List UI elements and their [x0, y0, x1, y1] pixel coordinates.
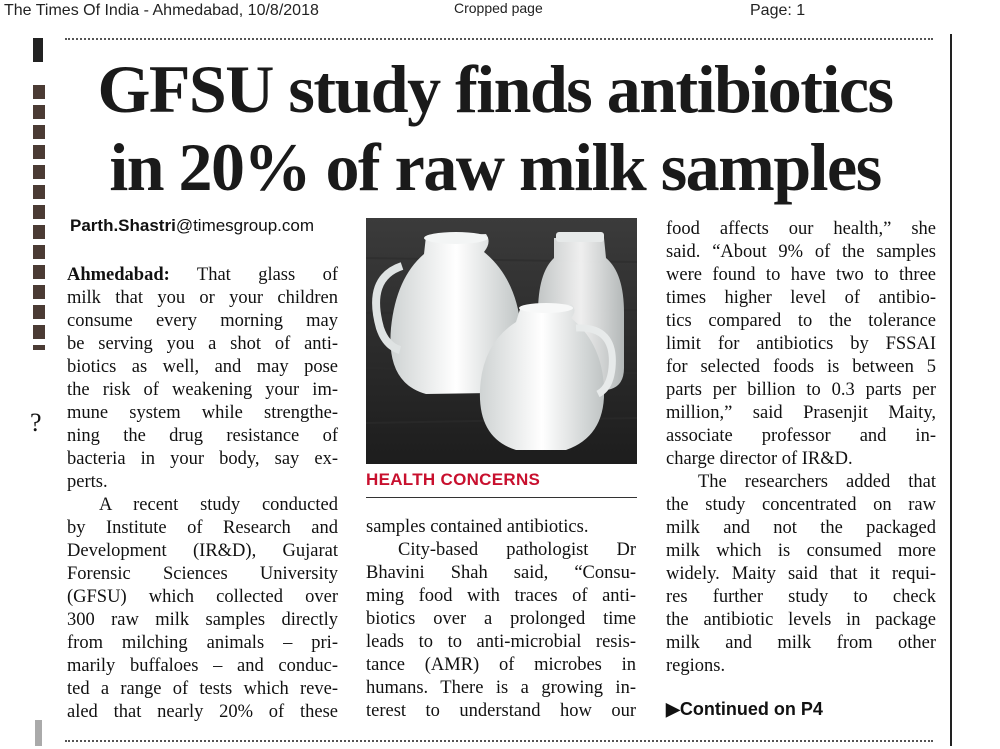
- text-line: biotics over a prolonged time: [366, 609, 636, 629]
- continued-link[interactable]: ▶Continued on P4: [666, 699, 823, 720]
- text-line: 300 raw milk samples directly: [67, 610, 338, 630]
- text-line: consume every morning may: [67, 311, 338, 331]
- headline-line-1: GFSU study finds antibiotics: [97, 51, 894, 127]
- text-line: million,” said Prasenjit Maity,: [666, 403, 936, 423]
- text-line: (GFSU) which collected over: [67, 587, 338, 607]
- text-line: milk and milk from other: [666, 633, 936, 653]
- photo-caption: HEALTH CONCERNS: [366, 470, 541, 489]
- text-line: mune system while strengthe-: [67, 403, 338, 423]
- caption-rule: [366, 497, 637, 498]
- text-line: biotics as well, and may pose: [67, 357, 338, 377]
- text-line: Bhavini Shah said, “Consu-: [366, 563, 636, 583]
- text-line: the risk of weakening your im-: [67, 380, 338, 400]
- publication-info: The Times Of India - Ahmedabad, 10/8/201…: [4, 2, 319, 19]
- text-line: samples contained antibiotics.: [366, 517, 589, 537]
- headline: GFSU study finds antibiotics in 20% of r…: [40, 50, 950, 206]
- text-line: milk that you or your children: [67, 288, 338, 308]
- text-line: milk which is consumed more: [666, 541, 936, 561]
- dotted-rule-top: [65, 38, 933, 40]
- text-line: for selected foods is between 5: [666, 357, 936, 377]
- paragraph-1: samples contained antibiotics.: [366, 516, 636, 539]
- cropped-edge-bar: [35, 720, 42, 746]
- text-line: terest to understand how our: [366, 701, 636, 721]
- text-line: times higher level of antibio-: [666, 288, 936, 308]
- milk-jugs-photo: [366, 218, 637, 464]
- paragraph-2: The researchers added that the study con…: [666, 471, 936, 678]
- viewer-header: The Times Of India - Ahmedabad, 10/8/201…: [0, 0, 1000, 26]
- play-arrow-icon: ▶: [666, 699, 680, 719]
- text-line: charge director of IR&D.: [666, 449, 853, 469]
- text-line: be serving you a shot of anti-: [67, 334, 338, 354]
- article-column-1: Ahmedabad: That glass of milk that you o…: [67, 264, 338, 724]
- byline-domain: @timesgroup.com: [175, 216, 315, 235]
- text-line: ted a range of tests which reve-: [67, 679, 338, 699]
- text-line: res further study to check: [666, 587, 936, 607]
- text-line: ming food with traces of anti-: [366, 586, 636, 606]
- text-line: ning the drug resistance of: [67, 426, 338, 446]
- text-line: limit for antibiotics by FSSAI: [666, 334, 936, 354]
- text-line: marily buffaloes – and conduc-: [67, 656, 338, 676]
- text-line: associate professor and in-: [666, 426, 936, 446]
- text-line: food affects our health,” she: [666, 219, 936, 239]
- page-number: Page: 1: [750, 2, 806, 19]
- paragraph-1: Ahmedabad: That glass of milk that you o…: [67, 264, 338, 494]
- text-line: Forensic Sciences University: [67, 564, 338, 584]
- text-line: City-based pathologist Dr: [398, 540, 636, 560]
- cropped-edge-glyph: ?: [30, 408, 42, 437]
- dotted-rule-bottom: [65, 740, 933, 742]
- text-line: by Institute of Research and: [67, 518, 338, 538]
- text-line: the antibiotic levels in package: [666, 610, 936, 630]
- text-line: milk and not the packaged: [666, 518, 936, 538]
- text-line: were found to have two to three: [666, 265, 936, 285]
- text-line: Development (IR&D), Gujarat: [67, 541, 338, 561]
- text-line: leads to to anti-microbial resis-: [366, 632, 636, 652]
- text-line: parts per billion to 0.3 parts per: [666, 380, 936, 400]
- text-line: tance (AMR) of microbes in: [366, 655, 636, 675]
- text-line: bacteria in your body, say ex-: [67, 449, 338, 469]
- dateline: Ahmedabad:: [67, 265, 170, 285]
- text-line: tics compared to the tolerance: [666, 311, 936, 331]
- text-line: A recent study conducted: [99, 495, 338, 515]
- paragraph-1: food affects our health,” she said. “Abo…: [666, 218, 936, 471]
- text-line: Ahmedabad: That glass of: [67, 265, 339, 285]
- milk-jugs-illustration: [366, 218, 637, 464]
- paragraph-2: City-based pathologist Dr Bhavini Shah s…: [366, 539, 636, 723]
- article-column-3: food affects our health,” she said. “Abo…: [666, 218, 936, 678]
- text-line: the study concentrated on raw: [666, 495, 936, 515]
- column-rule-right: [950, 34, 952, 746]
- article-column-2: samples contained antibiotics. City-base…: [366, 516, 636, 723]
- text-line: widely. Maity said that it requi-: [666, 564, 936, 584]
- byline: Parth.Shastri@timesgroup.com: [70, 216, 314, 236]
- paragraph-2: A recent study conducted by Institute of…: [67, 494, 338, 724]
- text-line: aled that nearly 20% of these: [67, 702, 338, 722]
- text-line: humans. There is a growing in-: [366, 678, 636, 698]
- text-line: from milching animals – pri-: [67, 633, 338, 653]
- text-line: perts.: [67, 472, 108, 492]
- text-line: said. “About 9% of the samples: [666, 242, 936, 262]
- continued-label: Continued on P4: [679, 699, 823, 719]
- crop-label: Cropped page: [454, 0, 543, 16]
- byline-name: Parth.Shastri: [70, 216, 176, 235]
- text-line: regions.: [666, 656, 726, 676]
- headline-line-2: in 20% of raw milk samples: [109, 129, 882, 205]
- text-line: The researchers added that: [698, 472, 936, 492]
